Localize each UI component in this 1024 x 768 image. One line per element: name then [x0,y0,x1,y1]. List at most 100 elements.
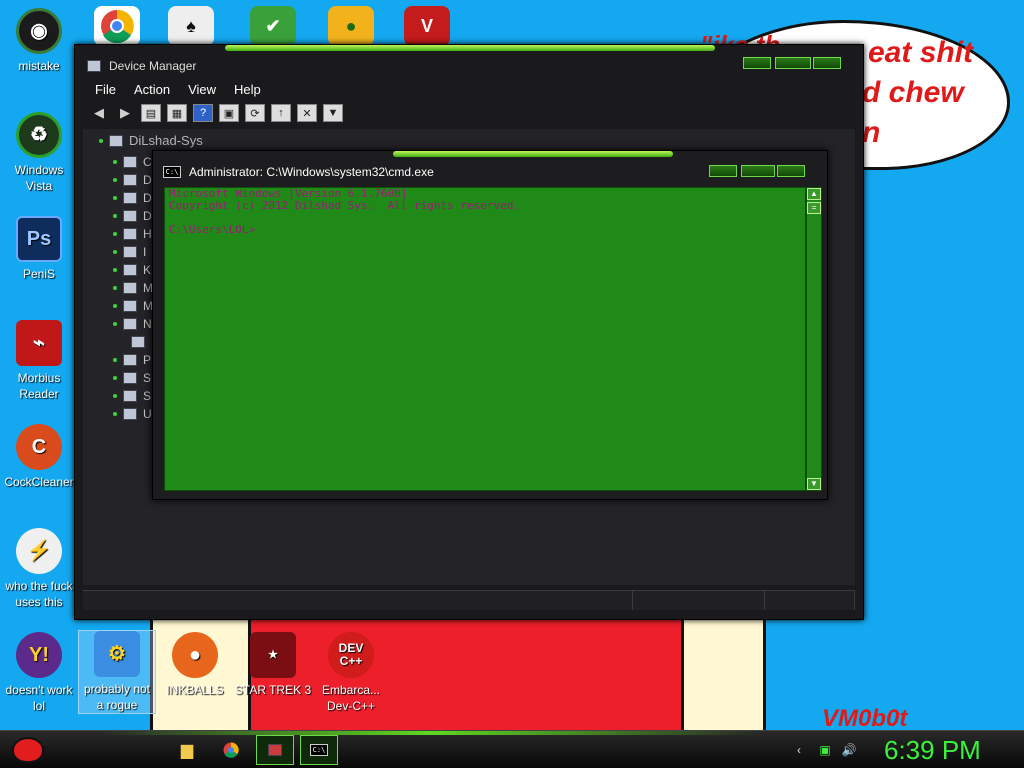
maximize-button[interactable] [775,57,811,69]
update-driver-icon[interactable]: ↑ [271,104,291,122]
expand-dot-icon [113,358,117,362]
device-icon [123,372,137,384]
desktop-icon-label: Windows Vista [14,163,64,193]
status-pane [83,591,633,610]
device-manager-icon [268,744,282,756]
taskbar-chrome[interactable] [212,735,250,765]
desktop-icon-yahoo[interactable]: Y! doesn't work lol [0,632,78,714]
solitaire-icon[interactable]: ♠ [168,6,214,46]
tree-item-label: P [143,353,152,367]
menu-action[interactable]: Action [134,82,170,97]
view-icon[interactable]: ▣ [219,104,239,122]
menu-view[interactable]: View [188,82,216,97]
taskbar-explorer[interactable]: ▆ [168,735,206,765]
show-hidden-icons[interactable]: ‹ [792,743,806,757]
device-icon [123,408,137,420]
expand-dot-icon [113,160,117,164]
devcpp-icon: DEV C++ [328,632,374,678]
desktop-icon-label: mistake [18,59,60,73]
back-arrow-icon[interactable]: ◀ [89,104,109,122]
desktop-icon-windows-vista[interactable]: ♻ Windows Vista [0,112,78,194]
device-manager-icon [87,60,101,72]
tree-item-label: K [143,263,152,277]
desktop-icon-label: STAR TREK 3 [234,683,312,697]
console-prompt: C:\Users\LOL> [169,223,256,236]
console-line: Copyright (c) 2012 Dilshad Sys. All righ… [169,199,520,212]
console-scrollbar[interactable]: ▲ = ▼ [806,187,822,491]
console-output[interactable]: Microsoft Windows [Version 6.1.7600] Copy… [164,187,806,491]
desktop-icon-avast[interactable]: ⚡ who the fuck uses this [0,528,78,610]
wallpaper-shape-right [684,618,766,730]
start-button[interactable] [8,733,48,767]
device-icon [123,282,137,294]
tree-item-label: D [143,191,152,205]
device-icon [123,318,137,330]
desktop-icon-label: INKBALLS [166,683,224,697]
cmd-title: Administrator: C:\Windows\system32\cmd.e… [189,165,434,179]
tree-item-label: D [143,173,152,187]
device-manager-titlebar[interactable]: Device Manager [87,55,196,77]
help-icon[interactable]: ? [193,104,213,122]
device-icon [123,156,137,168]
scroll-down-icon[interactable]: ▼ [807,478,821,490]
taskbar-cmd[interactable]: C:\ [300,735,338,765]
expand-dot-icon [113,322,117,326]
show-hide-tree-icon[interactable]: ▤ [141,104,161,122]
tree-item-label: D [143,209,152,223]
chrome-icon[interactable] [94,6,140,46]
minimize-button[interactable] [743,57,771,69]
recycle-bin-icon: ♻ [16,112,62,158]
menu-file[interactable]: File [95,82,116,97]
security-shield-icon[interactable]: ✔ [250,6,296,46]
expand-dot-icon [113,196,117,200]
clock[interactable]: 6:39 PM [884,735,981,766]
desktop-icon-inkballs[interactable]: ● INKBALLS [156,632,234,698]
folder-icon: ▆ [180,742,194,759]
cmd-icon: C:\ [310,744,328,756]
cmd-close-button[interactable] [777,165,805,177]
cmd-maximize-button[interactable] [741,165,775,177]
uninstall-icon[interactable]: ✕ [297,104,317,122]
tree-root-label: DiLshad-Sys [129,133,203,148]
toolbar: ◀ ▶ ▤ ▦ ? ▣ ⟳ ↑ ✕ ▼ [83,101,855,125]
forward-arrow-icon[interactable]: ▶ [115,104,135,122]
angry-birds-pig-icon[interactable]: ● [328,6,374,46]
desktop-icon-morbius-reader[interactable]: ⌁ Morbius Reader [0,320,78,402]
computer-icon [109,134,123,147]
desktop-icon-label: Morbius Reader [17,371,61,401]
cmd-titlebar[interactable]: C:\ Administrator: C:\Windows\system32\c… [163,165,434,179]
device-icon [123,246,137,258]
cmd-minimize-button[interactable] [709,165,737,177]
wallpaper-text-1: eat shit [868,36,974,69]
close-button[interactable] [813,57,841,69]
menu-bar: File Action View Help [83,78,855,100]
tree-item-label: U [143,407,152,421]
expand-dot-icon [113,412,117,416]
menu-help[interactable]: Help [234,82,261,97]
desktop-icon-star-trek[interactable]: ★ STAR TREK 3 [234,632,312,698]
desktop-icon-label: PeniS [22,267,56,281]
desktop-icon-cockcleaner[interactable]: C CockCleaner [0,424,78,490]
scroll-thumb[interactable]: = [807,202,821,214]
network-icon[interactable]: ▣ [818,743,832,757]
scan-hardware-icon[interactable]: ⟳ [245,104,265,122]
device-icon [123,192,137,204]
tree-root[interactable]: DiLshad-Sys [99,133,203,148]
properties-icon[interactable]: ▦ [167,104,187,122]
desktop-icon-penis[interactable]: Ps PeniS [0,216,78,282]
taskbar-device-manager[interactable] [256,735,294,765]
desktop-icon-control-panel[interactable]: ⚙ probably not a rogue [78,630,156,714]
desktop-icon-mistake[interactable]: ◉ mistake [0,8,78,74]
volume-icon[interactable]: 🔊 [842,743,857,757]
emblem-icon[interactable]: V [404,6,450,46]
desktop-icon-devcpp[interactable]: DEV C++ Embarca... Dev-C++ [312,632,390,714]
scroll-up-icon[interactable]: ▲ [807,188,821,200]
wallpaper-brand: VM0b0t [822,705,908,732]
desktop-icon-label: doesn't work lol [5,683,73,713]
enable-device-icon[interactable]: ▼ [323,104,343,122]
wallpaper-text-2: d chew [862,76,964,109]
device-icon [123,300,137,312]
cmd-window[interactable]: C:\ Administrator: C:\Windows\system32\c… [152,150,828,500]
status-pane [633,591,765,610]
